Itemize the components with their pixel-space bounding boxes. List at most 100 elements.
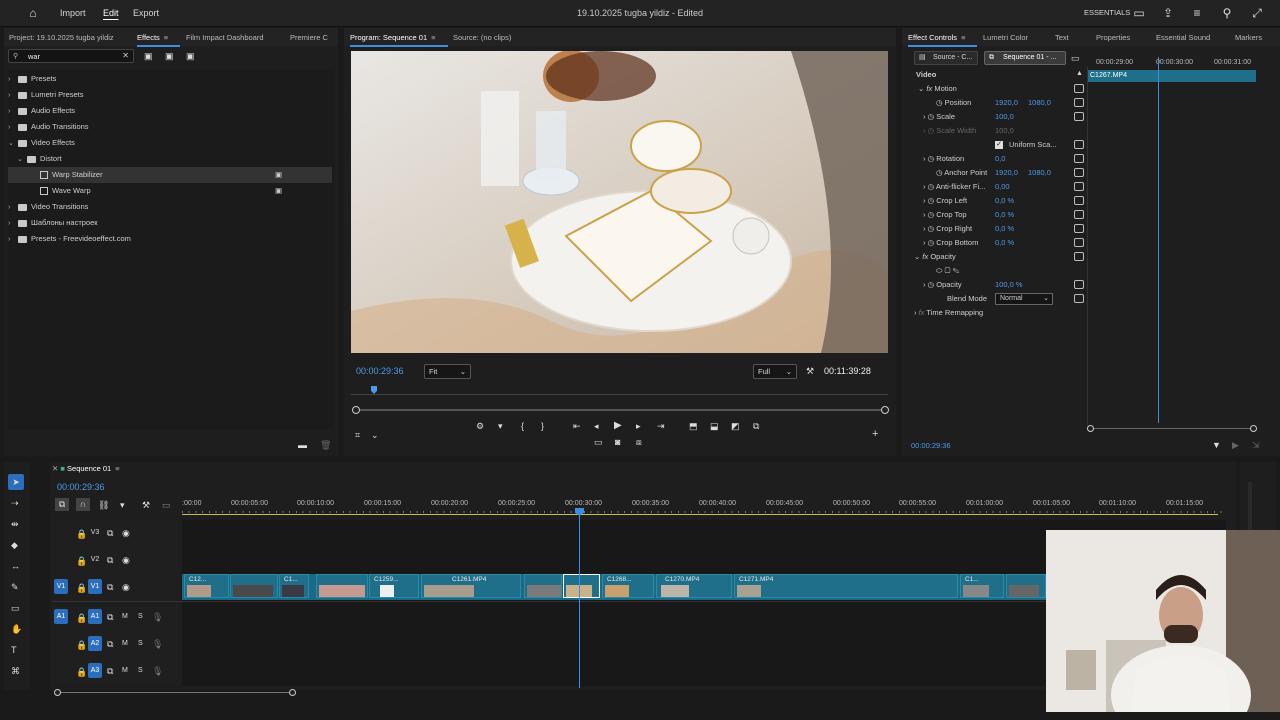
anchor-x-value[interactable]: 1920,0	[995, 166, 1018, 180]
add-marker-icon[interactable]: ⚙	[476, 421, 484, 431]
reset-icon[interactable]	[1074, 154, 1084, 163]
slip-icon[interactable]: ↔	[11, 561, 20, 571]
microphone-icon[interactable]: 🎙	[152, 612, 163, 622]
ripple-edit-icon[interactable]: ⇹	[11, 519, 19, 529]
tab-essential-sound[interactable]: Essential Sound	[1156, 33, 1210, 42]
scrollbar-handle-right[interactable]	[1250, 425, 1257, 432]
go-to-out-icon[interactable]: ⇥	[657, 421, 665, 431]
tab-sequence[interactable]: ✕ ■ Sequence 01 ≡	[52, 464, 120, 473]
tree-item-templates[interactable]: › Шаблоны настроек	[8, 215, 332, 231]
comparison-view-icon[interactable]: ⧉	[753, 421, 759, 431]
tab-text[interactable]: Text	[1055, 33, 1069, 42]
tab-premiere-c[interactable]: Premiere C	[290, 33, 328, 42]
stopwatch-icon[interactable]: ◷	[928, 196, 935, 205]
reset-icon[interactable]	[1074, 140, 1084, 149]
step-forward-icon[interactable]: ▸	[636, 421, 641, 431]
zoom-scrollbar[interactable]	[352, 406, 889, 414]
scrollbar-handle-left[interactable]	[54, 689, 61, 696]
track-label-v3[interactable]: V3	[88, 525, 102, 540]
ec-scale-row[interactable]: › ◷ Scale 100,0	[912, 110, 1084, 124]
scrollbar-handle-right[interactable]	[289, 689, 296, 696]
rectangle-mask-icon[interactable]: ▢	[945, 266, 951, 275]
stopwatch-icon[interactable]: ◷	[928, 210, 935, 219]
ec-motion-row[interactable]: ⌄ fx Motion	[912, 82, 1084, 96]
ec-position-row[interactable]: ◷ Position 1920,0 1080,0	[912, 96, 1084, 110]
sync-lock-icon[interactable]: ⧉	[107, 582, 113, 592]
reset-icon[interactable]	[1074, 238, 1084, 247]
tree-item-video-transitions[interactable]: › Video Transitions	[8, 199, 332, 215]
chevron-down-icon[interactable]: ⌄	[17, 152, 27, 168]
32bit-effects-icon[interactable]: ▣	[165, 51, 174, 61]
timeline-clip[interactable]: C1259...	[369, 574, 419, 598]
crop-bottom-value[interactable]: 0,0 %	[995, 236, 1014, 250]
solo-button[interactable]: S	[138, 639, 143, 649]
reset-icon[interactable]	[1074, 252, 1084, 261]
timeline-clip-selected[interactable]	[563, 574, 600, 598]
ec-mini-ruler[interactable]: 00:00:29:00 00:00:30:00 00:00:31:00	[1088, 57, 1258, 69]
ec-zoom-scrollbar[interactable]	[1087, 425, 1257, 432]
timeline-clip[interactable]: C1270.MP4	[656, 574, 732, 598]
mark-in-icon[interactable]: {	[521, 421, 524, 431]
lock-icon[interactable]: 🔒	[76, 613, 87, 623]
delete-icon[interactable]: 🗑	[320, 440, 331, 450]
camera-icon[interactable]: ◙	[615, 437, 620, 447]
ec-anchor-row[interactable]: ◷ Anchor Point 1920,0 1080,0	[912, 166, 1084, 180]
chevron-down-icon[interactable]: ⌄	[8, 136, 18, 152]
chevron-down-icon[interactable]: ⌄	[914, 252, 920, 261]
accelerated-effects-icon[interactable]: ▣	[144, 51, 153, 61]
chevron-right-icon[interactable]: ›	[8, 120, 18, 136]
timeline-clip[interactable]	[1006, 574, 1046, 598]
clear-search-icon[interactable]: ✕	[122, 51, 129, 60]
chevron-right-icon[interactable]: ›	[8, 104, 18, 120]
safe-margins-icon[interactable]: ⌗	[355, 430, 360, 440]
ec-opacity-header[interactable]: ⌄ fx Opacity	[912, 250, 1084, 264]
stopwatch-icon[interactable]: ◷	[928, 224, 935, 233]
search-input[interactable]: war	[28, 52, 40, 61]
tab-lumetri-color[interactable]: Lumetri Color	[983, 33, 1028, 42]
share-icon[interactable]: ⇪	[1161, 6, 1175, 20]
resolution-select[interactable]: Full ⌄	[753, 364, 797, 379]
tree-item-wave-warp[interactable]: Wave Warp ▣	[8, 183, 332, 199]
panel-icon[interactable]: ▭	[1132, 6, 1146, 20]
stopwatch-icon[interactable]: ◷	[936, 168, 943, 177]
anchor-y-value[interactable]: 1080,0	[1028, 166, 1051, 180]
reset-icon[interactable]	[1074, 294, 1084, 303]
crop-right-value[interactable]: 0,0 %	[995, 222, 1014, 236]
reset-icon[interactable]	[1074, 280, 1084, 289]
ellipse-mask-icon[interactable]: ⬭	[936, 266, 942, 275]
tree-item-warp-stabilizer[interactable]: Warp Stabilizer ▣	[8, 167, 332, 183]
scrollbar-handle-right[interactable]	[881, 406, 889, 414]
lock-icon[interactable]: 🔒	[76, 640, 87, 650]
stopwatch-icon[interactable]: ◷	[928, 154, 935, 163]
scroll-up-icon[interactable]: ▲	[1076, 70, 1083, 77]
chevron-right-icon[interactable]: ›	[8, 200, 18, 216]
scrollbar-handle-left[interactable]	[352, 406, 360, 414]
ec-crop-right-row[interactable]: › ◷ Crop Right 0,0 %	[912, 222, 1084, 236]
sync-lock-icon[interactable]: ⧉	[107, 555, 113, 565]
stopwatch-icon[interactable]: ◷	[928, 238, 935, 247]
step-back-icon[interactable]: ◂	[594, 421, 599, 431]
tab-effects[interactable]: Effects ≡	[137, 33, 181, 47]
play-audio-icon[interactable]: ▶	[1232, 440, 1239, 450]
workspace-label[interactable]: ESSENTIALS	[1084, 8, 1130, 17]
timeline-zoom-scrollbar[interactable]	[54, 689, 296, 696]
chevron-right-icon[interactable]: ›	[923, 280, 926, 289]
tree-item-audio-effects[interactable]: › Audio Effects	[8, 103, 332, 119]
chevron-right-icon[interactable]: ›	[923, 210, 926, 219]
timeline-timecode[interactable]: 00:00:29:36	[57, 482, 105, 492]
selection-tool-icon[interactable]: ➤	[8, 474, 24, 490]
filter-icon[interactable]: ▼	[1212, 440, 1221, 450]
reset-icon[interactable]	[1074, 196, 1084, 205]
timeline-clip[interactable]: C12...	[184, 574, 229, 598]
monitor-time-ruler[interactable]	[351, 386, 888, 398]
playhead-timecode[interactable]: 00:00:29:36	[356, 366, 404, 376]
add-button-icon[interactable]: +	[872, 429, 878, 440]
wrench-icon[interactable]: ⚒	[142, 500, 150, 510]
tab-program[interactable]: Program: Sequence 01 ≡	[350, 33, 447, 47]
timeline-clip[interactable]	[524, 574, 562, 598]
tree-item-lumetri-presets[interactable]: › Lumetri Presets	[8, 87, 332, 103]
ec-crop-top-row[interactable]: › ◷ Crop Top 0,0 %	[912, 208, 1084, 222]
chevron-right-icon[interactable]: ›	[923, 196, 926, 205]
crop-left-value[interactable]: 0,0 %	[995, 194, 1014, 208]
export-icon[interactable]: ⇲	[1252, 440, 1260, 450]
